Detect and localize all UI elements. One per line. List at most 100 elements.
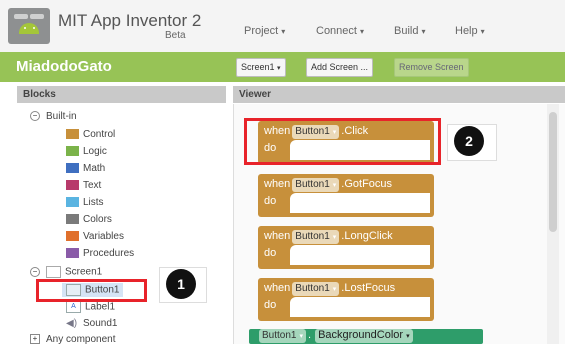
do-keyword: do <box>264 299 277 311</box>
event-block-lostfocus[interactable]: when Button1 ▾ .LostFocus do <box>258 278 434 321</box>
event-name: .LongClick <box>341 230 393 242</box>
event-block-gotfocus[interactable]: when Button1 ▾ .GotFocus do <box>258 174 434 217</box>
menu-build[interactable]: Build ▾ <box>394 25 425 37</box>
drawer-text-label: Text <box>83 180 102 191</box>
component-dropdown-label: Button1 <box>295 283 330 294</box>
android-icon <box>19 23 39 34</box>
procedures-swatch-icon <box>66 248 79 259</box>
screen-select-label: Screen1 <box>241 62 275 72</box>
lists-swatch-icon <box>66 197 79 208</box>
step-marker-1: 1 <box>166 269 196 299</box>
collapse-icon[interactable]: − <box>30 111 40 122</box>
event-block-header: when Button1 ▾ .LostFocus <box>264 282 395 296</box>
add-screen-button[interactable]: Add Screen ... <box>306 58 374 77</box>
chevron-down-icon: ▾ <box>480 27 485 36</box>
app-inventor-logo <box>8 8 50 44</box>
math-swatch-icon <box>66 163 79 174</box>
chevron-down-icon: ▾ <box>281 27 286 36</box>
do-keyword: do <box>264 195 277 207</box>
when-keyword: when <box>264 178 291 190</box>
screen-select[interactable]: Screen1 ▾ <box>236 58 286 77</box>
scrollbar-thumb[interactable] <box>549 112 557 232</box>
drawer-text[interactable]: Text <box>66 180 101 191</box>
android-eye-left <box>24 27 26 29</box>
event-block-header: when Button1 ▾ .GotFocus <box>264 178 392 192</box>
screen1-group[interactable]: − Screen1 <box>30 266 102 278</box>
screen-icon <box>46 266 61 278</box>
tree-item-label1[interactable]: A Label1 <box>66 301 115 313</box>
expand-icon[interactable]: + <box>30 334 40 345</box>
remove-screen-button[interactable]: Remove Screen <box>394 58 469 77</box>
when-keyword: when <box>264 230 291 242</box>
blocks-panel-heading: Blocks <box>17 86 226 103</box>
chevron-down-icon: ▾ <box>359 27 364 36</box>
do-statement-slot[interactable] <box>290 193 430 213</box>
chevron-down-icon: ▾ <box>299 333 303 340</box>
drawer-colors-label: Colors <box>83 214 112 225</box>
drawer-procedures[interactable]: Procedures <box>66 248 134 259</box>
component-dropdown[interactable]: Button1 ▾ <box>292 282 340 296</box>
event-block-longclick[interactable]: when Button1 ▾ .LongClick do <box>258 226 434 269</box>
tree-item-sound1-label: Sound1 <box>83 318 118 329</box>
menu-project[interactable]: Project ▾ <box>244 25 285 37</box>
android-eye-right <box>33 27 35 29</box>
menu-connect[interactable]: Connect ▾ <box>316 25 364 37</box>
control-swatch-icon <box>66 129 79 140</box>
logic-swatch-icon <box>66 146 79 157</box>
viewer-scrollbar[interactable] <box>547 104 559 344</box>
property-dropdown[interactable]: BackgroundColor ▾ <box>315 329 413 343</box>
variables-swatch-icon <box>66 231 79 242</box>
do-statement-slot[interactable] <box>290 297 430 317</box>
chevron-down-icon: ▾ <box>332 234 337 241</box>
label-icon: A <box>66 301 81 313</box>
menu-build-label: Build <box>394 25 419 37</box>
menu-help[interactable]: Help ▾ <box>455 25 485 37</box>
tree-item-sound1[interactable]: ◀) Sound1 <box>66 318 117 329</box>
colors-swatch-icon <box>66 214 79 225</box>
component-dropdown[interactable]: Button1 ▾ <box>292 178 340 192</box>
setter-block-backgroundcolor[interactable]: Button1 ▾. BackgroundColor ▾ <box>249 329 483 344</box>
menu-project-label: Project <box>244 25 279 37</box>
highlight-box-click-event <box>244 118 441 165</box>
tree-item-label1-label: Label1 <box>85 301 116 313</box>
when-keyword: when <box>264 282 291 294</box>
event-name: .LostFocus <box>341 282 396 294</box>
step-marker-2: 2 <box>454 126 484 156</box>
menu-connect-label: Connect <box>316 25 357 37</box>
drawer-math-label: Math <box>83 163 106 174</box>
chevron-down-icon: ▾ <box>277 65 281 72</box>
component-dropdown-label: Button1 <box>295 179 330 190</box>
viewer-panel-heading: Viewer <box>233 86 565 103</box>
app-title: MIT App Inventor 2 <box>58 11 202 30</box>
builtin-group[interactable]: − Built-in <box>30 111 77 122</box>
event-block-header: when Button1 ▾ .LongClick <box>264 230 393 244</box>
menu-help-label: Help <box>455 25 478 37</box>
screen1-label: Screen1 <box>65 266 103 278</box>
highlight-box-button1 <box>36 279 147 302</box>
drawer-variables[interactable]: Variables <box>66 231 124 242</box>
component-dropdown[interactable]: Button1 ▾ <box>292 230 340 244</box>
component-dropdown[interactable]: Button1 ▾ <box>259 329 306 343</box>
any-component-label: Any component <box>46 334 116 345</box>
drawer-control-label: Control <box>83 129 116 140</box>
chevron-down-icon: ▾ <box>332 286 337 293</box>
logo-bar-left <box>14 14 28 19</box>
chevron-down-icon: ▾ <box>421 27 426 36</box>
do-keyword: do <box>264 247 277 259</box>
drawer-logic[interactable]: Logic <box>66 146 107 157</box>
component-dropdown-label: Button1 <box>262 330 297 341</box>
any-component-group[interactable]: + Any component <box>30 334 116 345</box>
drawer-control[interactable]: Control <box>66 129 115 140</box>
do-statement-slot[interactable] <box>290 245 430 265</box>
collapse-icon[interactable]: − <box>30 267 40 277</box>
drawer-lists[interactable]: Lists <box>66 197 104 208</box>
text-swatch-icon <box>66 180 79 191</box>
chevron-down-icon: ▾ <box>332 182 337 189</box>
blocks-panel <box>17 104 226 344</box>
drawer-colors[interactable]: Colors <box>66 214 112 225</box>
drawer-lists-label: Lists <box>83 197 104 208</box>
logo-bar-right <box>30 14 44 19</box>
drawer-math[interactable]: Math <box>66 163 105 174</box>
project-toolbar: MiadodoGato Screen1 ▾ Add Screen ... Rem… <box>0 52 565 82</box>
drawer-procedures-label: Procedures <box>83 248 135 259</box>
